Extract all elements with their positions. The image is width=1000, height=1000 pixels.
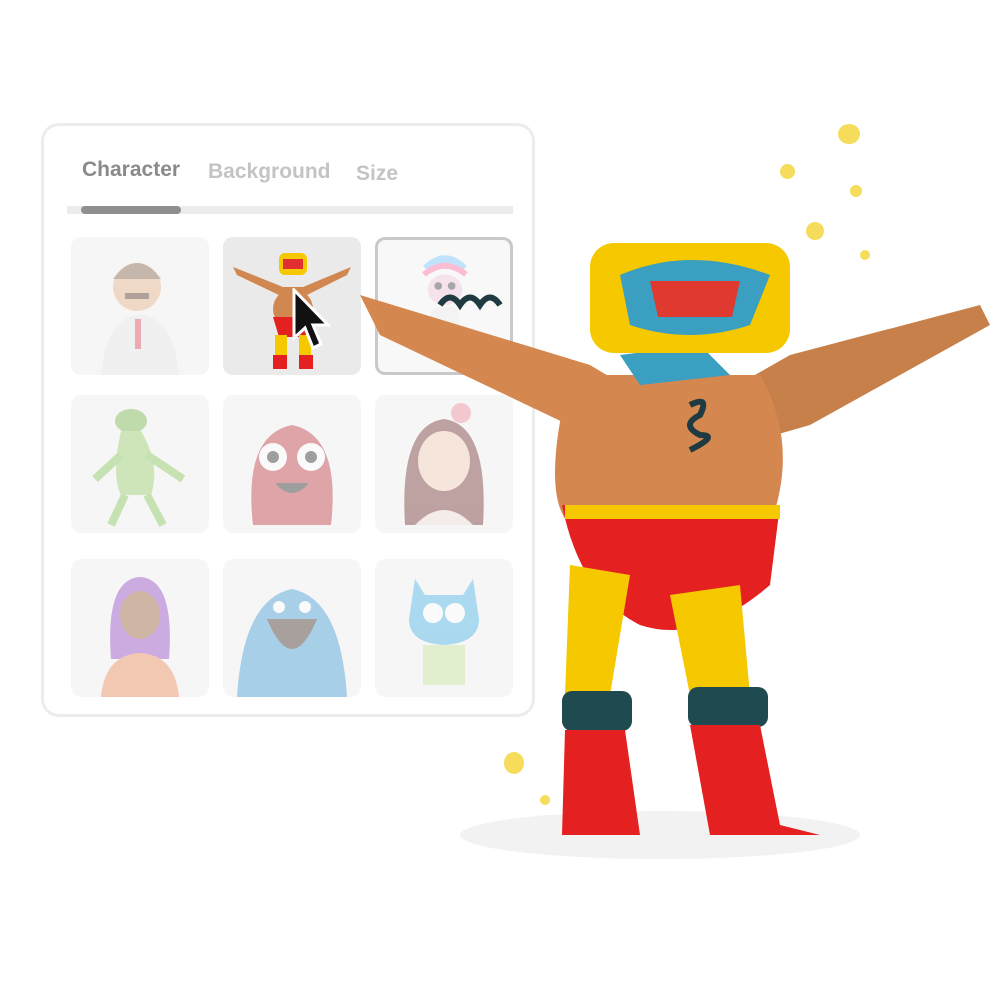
tab-size[interactable]: Size [356, 162, 398, 186]
tab-character[interactable]: Character [82, 158, 180, 182]
tab-indicator-track [67, 206, 513, 214]
tab-background[interactable]: Background [208, 160, 331, 184]
decor-dot [838, 124, 860, 144]
character-tile-frog[interactable] [71, 395, 209, 533]
decor-dot [850, 185, 862, 197]
character-tile-purple-hair-woman[interactable] [71, 559, 209, 697]
decor-dot [780, 164, 795, 179]
tab-indicator [81, 206, 181, 214]
arrow-cursor-icon [292, 288, 332, 351]
wrestler-character-illustration [360, 243, 990, 859]
character-tile-doctor[interactable] [71, 237, 209, 375]
